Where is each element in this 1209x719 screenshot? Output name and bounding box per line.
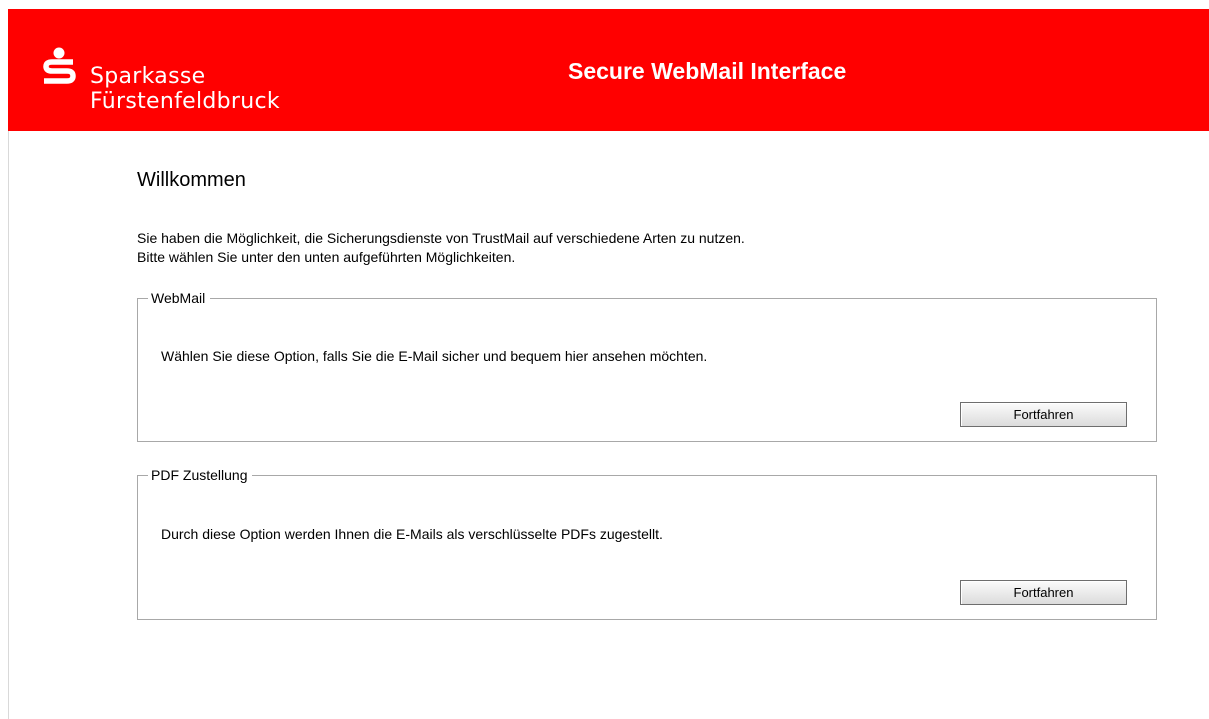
webmail-option-legend: WebMail [151, 290, 206, 306]
page-left-border [8, 130, 9, 719]
intro-text: Sie haben die Möglichkeit, die Sicherung… [137, 229, 745, 267]
intro-line: Sie haben die Möglichkeit, die Sicherung… [137, 230, 745, 246]
header-banner: Sparkasse Fürstenfeldbruck Secure WebMai… [8, 9, 1209, 131]
brand-location: Fürstenfeldbruck [90, 89, 280, 114]
page: Sparkasse Fürstenfeldbruck Secure WebMai… [0, 0, 1209, 719]
brand-name: Sparkasse [90, 64, 206, 89]
pdf-continue-button[interactable]: Fortfahren [960, 580, 1127, 605]
sparkasse-s-icon [43, 47, 76, 84]
pdf-option-legend: PDF Zustellung [151, 467, 248, 483]
brand-logo: Sparkasse Fürstenfeldbruck [40, 43, 320, 123]
webmail-continue-button[interactable]: Fortfahren [960, 402, 1127, 427]
pdf-option-panel: PDF Zustellung Durch diese Option werden… [137, 467, 1157, 620]
pdf-option-description: Durch diese Option werden Ihnen die E-Ma… [161, 526, 663, 542]
webmail-option-panel: WebMail Wählen Sie diese Option, falls S… [137, 290, 1157, 442]
welcome-heading: Willkommen [137, 169, 246, 191]
intro-line: Bitte wählen Sie unter den unten aufgefü… [137, 249, 516, 265]
page-title: Secure WebMail Interface [568, 58, 847, 84]
webmail-option-description: Wählen Sie diese Option, falls Sie die E… [161, 348, 708, 364]
